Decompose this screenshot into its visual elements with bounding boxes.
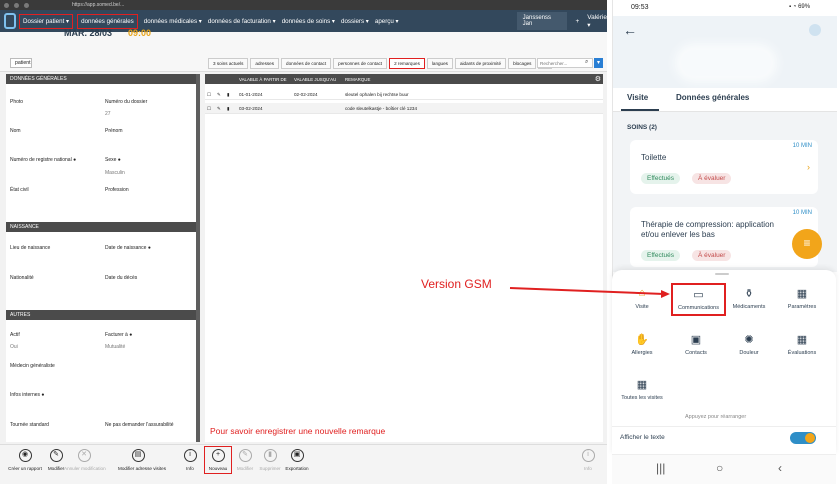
annotation-arrow — [509, 287, 670, 298]
